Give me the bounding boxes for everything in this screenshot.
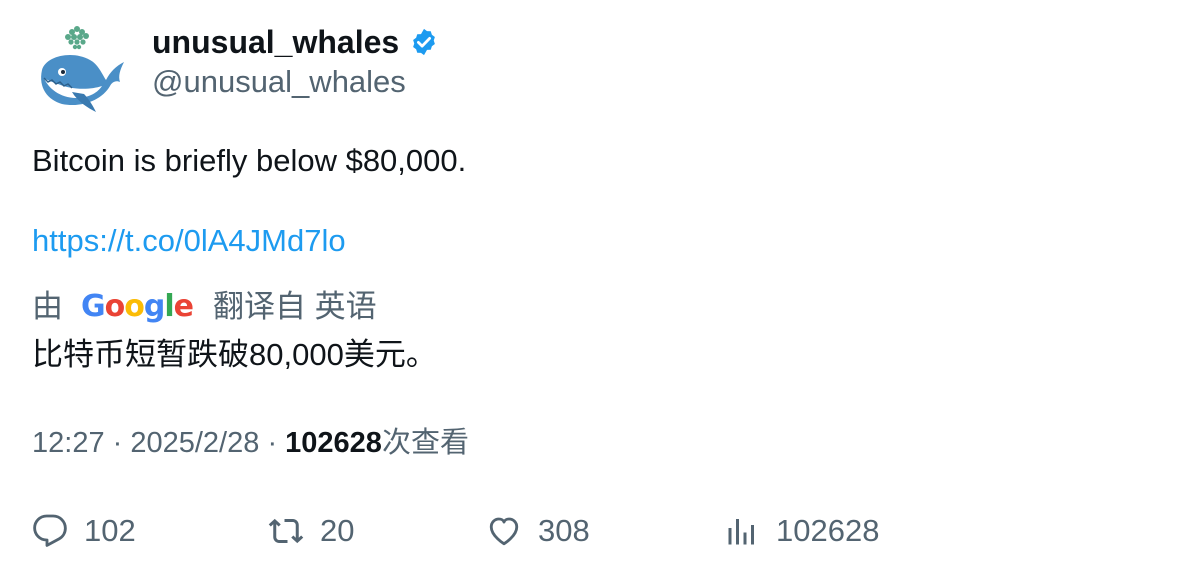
views-button[interactable]: 102628 xyxy=(724,510,879,552)
retweet-icon xyxy=(268,518,304,544)
like-count: 308 xyxy=(538,513,590,548)
views-label: 次查看 xyxy=(381,427,469,459)
analytics-icon xyxy=(728,519,754,545)
meta-separator: · xyxy=(267,427,286,459)
tweet-meta: 12:27 · 2025/2/28 · 102628次查看 xyxy=(32,422,469,464)
retweet-count: 20 xyxy=(320,513,355,548)
retweet-button[interactable]: 20 xyxy=(268,510,354,552)
views-count: 102628 xyxy=(285,427,382,459)
google-logo: Google xyxy=(81,289,194,324)
reply-icon xyxy=(33,514,67,547)
whale-icon xyxy=(41,26,124,112)
translated-text: 比特币短暂跌破80,000美元。 xyxy=(32,337,437,372)
author-name-row[interactable]: unusual_whales xyxy=(152,22,439,62)
translation-by-label: 由 xyxy=(32,289,63,324)
translation-source-label: 翻译自 英语 xyxy=(213,289,377,324)
tweet-text: Bitcoin is briefly below $80,000. xyxy=(32,143,467,178)
tweet-link[interactable]: https://t.co/0lA4JMd7lo xyxy=(32,220,346,262)
like-button[interactable]: 308 xyxy=(486,510,590,552)
author-handle[interactable]: @unusual_whales xyxy=(152,62,406,102)
author-name[interactable]: unusual_whales xyxy=(152,22,399,62)
translation-attribution: 由 Google 翻译自 英语 xyxy=(32,286,377,328)
meta-separator: · xyxy=(112,427,131,459)
heart-icon xyxy=(489,517,519,546)
reply-count: 102 xyxy=(84,513,136,548)
verified-badge-icon[interactable] xyxy=(409,27,439,57)
tweet-card: unusual_whales @unusual_whales Bitcoin i… xyxy=(0,0,1196,578)
reply-button[interactable]: 102 xyxy=(32,510,136,552)
tweet-date[interactable]: 2025/2/28 xyxy=(130,427,259,459)
avatar[interactable] xyxy=(32,22,128,118)
views-action-count: 102628 xyxy=(776,513,880,548)
tweet-time[interactable]: 12:27 xyxy=(32,427,105,459)
